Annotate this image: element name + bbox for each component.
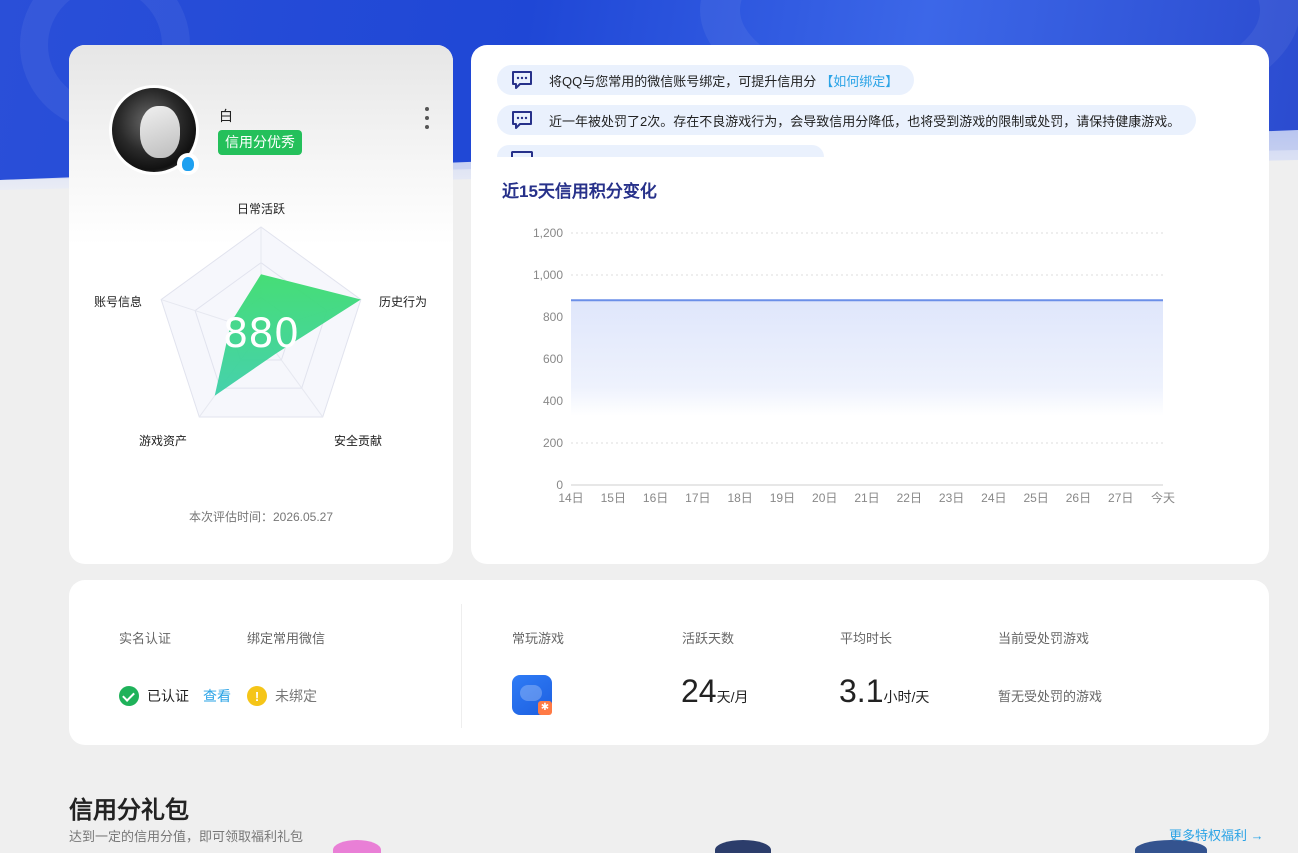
x-tick-label: 14日 (558, 491, 583, 505)
x-tick-label: 17日 (685, 491, 710, 505)
avg-duration-label: 平均时长 (840, 631, 893, 646)
radar-label-assets: 游戏资产 (139, 434, 188, 448)
chart-card: 将QQ与您常用的微信账号绑定，可提升信用分 【如何绑定】 近一年被处罚了2次。存… (471, 45, 1269, 564)
x-tick-label: 15日 (601, 491, 626, 505)
credit-level-badge: 信用分优秀 (218, 130, 302, 155)
y-tick-label: 600 (543, 352, 563, 366)
profile-card: 白 信用分优秀 880 日常活跃 历史行为 安全贡献 游戏资产 账号信息 本次评… (69, 45, 453, 564)
x-tick-label: 16日 (643, 491, 668, 505)
x-tick-label: 22日 (897, 491, 922, 505)
gift-section-subtitle: 达到一定的信用分值，即可领取福利礼包 (69, 829, 304, 844)
radar-chart: 880 日常活跃 历史行为 安全贡献 游戏资产 账号信息 (69, 195, 453, 485)
chart-title: 近15天信用积分变化 (502, 182, 657, 201)
unbound-text: 未绑定 (275, 688, 317, 704)
active-days-value: 24天/月 (681, 673, 749, 709)
more-options-icon[interactable] (422, 107, 432, 129)
radar-svg: 880 (160, 226, 362, 418)
radar-label-history: 历史行为 (379, 295, 428, 309)
active-days-label: 活跃天数 (682, 631, 735, 646)
y-tick-label: 1,000 (533, 268, 563, 282)
gift-item-art (333, 840, 381, 853)
stats-card: 实名认证 绑定常用微信 已认证 查看 ! 未绑定 常玩游戏 ✱ 活跃天数 24天… (69, 580, 1269, 745)
x-tick-label: 今天 (1151, 490, 1175, 505)
penalty-games-label: 当前受处罚游戏 (998, 631, 1090, 646)
notice-bind-wechat: 将QQ与您常用的微信账号绑定，可提升信用分 【如何绑定】 (497, 65, 915, 95)
gift-item-art (1135, 840, 1207, 853)
radar-label-account: 账号信息 (94, 295, 143, 309)
eval-time: 本次评估时间：2026.05.27 (188, 510, 334, 524)
chat-icon (512, 71, 532, 89)
verified-text: 已认证 (147, 688, 189, 704)
view-verification-link[interactable]: 查看 (203, 686, 231, 706)
divider (461, 604, 462, 728)
x-tick-label: 26日 (1066, 491, 1091, 505)
radar-label-security: 安全贡献 (334, 434, 383, 448)
x-tick-label: 23日 (939, 491, 964, 505)
x-tick-label: 25日 (1023, 491, 1048, 505)
y-tick-label: 800 (543, 310, 563, 324)
x-tick-label: 20日 (812, 491, 837, 505)
x-tick-label: 24日 (981, 491, 1006, 505)
games-label: 常玩游戏 (512, 631, 565, 646)
gift-item-art (715, 840, 771, 853)
check-icon (119, 686, 139, 706)
realname-label: 实名认证 (119, 631, 172, 646)
chat-icon (512, 111, 532, 129)
how-to-bind-link[interactable]: 【如何绑定】 (820, 71, 898, 90)
x-tick-label: 21日 (854, 491, 879, 505)
area-fill (571, 300, 1163, 416)
notice-text: 将QQ与您常用的微信账号绑定，可提升信用分 (549, 73, 817, 89)
avg-duration-value: 3.1小时/天 (839, 673, 930, 709)
verification-row: 已认证 查看 ! 未绑定 (119, 686, 317, 706)
notice-penalty: 近一年被处罚了2次。存在不良游戏行为，会导致信用分降低，也将受到游戏的限制或处罚… (497, 105, 1197, 135)
penalty-games-value: 暂无受处罚的游戏 (998, 689, 1103, 704)
notice-text: 近一年被处罚了2次。存在不良游戏行为，会导致信用分降低，也将受到游戏的限制或处罚… (549, 113, 1181, 129)
y-tick-label: 200 (543, 436, 563, 450)
credit-score: 880 (223, 311, 299, 357)
username: 白 (219, 108, 233, 124)
credit-area-chart: 0 200 400 600 800 1,000 1,200 14日 15日 16日 17日 18日 19… (533, 226, 1175, 505)
x-tick-label: 27日 (1108, 491, 1133, 505)
y-tick-label: 0 (556, 478, 563, 492)
x-tick-label: 18日 (727, 491, 752, 505)
wechat-label: 绑定常用微信 (247, 631, 326, 646)
gift-section-title: 信用分礼包 (69, 797, 189, 824)
qq-icon (177, 153, 199, 175)
radar-label-daily: 日常活跃 (237, 202, 286, 216)
x-tick-label: 19日 (770, 491, 795, 505)
y-tick-label: 400 (543, 394, 563, 408)
game-icon[interactable]: ✱ (512, 675, 552, 715)
warning-icon: ! (247, 686, 267, 706)
notice-peek (497, 145, 824, 157)
y-tick-label: 1,200 (533, 226, 563, 240)
